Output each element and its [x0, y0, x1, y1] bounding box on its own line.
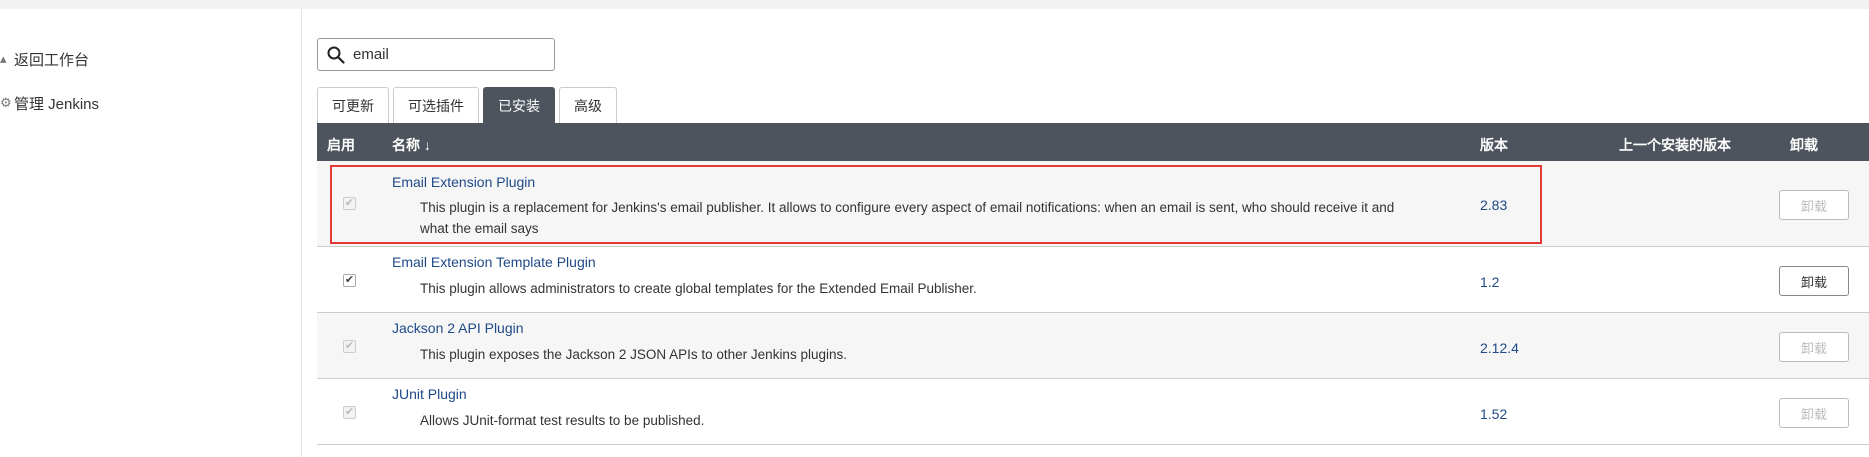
plugin-description: This plugin exposes the Jackson 2 JSON A… — [420, 347, 847, 362]
tab-bar: 可更新 可选插件 已安装 高级 — [317, 87, 621, 123]
header-prev-version: 上一个安装的版本 — [1619, 137, 1731, 153]
plugin-name-link[interactable]: Email Extension Plugin — [392, 174, 535, 190]
gear-icon: ⚙ — [0, 95, 12, 110]
tab-advanced[interactable]: 高级 — [559, 87, 617, 123]
plugin-name-link[interactable]: Email Extension Template Plugin — [392, 254, 596, 270]
header-name[interactable]: 名称 ↓ — [392, 135, 431, 155]
table-row: ✔ Email Extension Template Plugin This p… — [317, 247, 1869, 313]
table-header: 启用 名称 ↓ 版本 上一个安装的版本 卸载 — [317, 123, 1869, 161]
table-row: ✔ Jackson 2 API Plugin This plugin expos… — [317, 313, 1869, 379]
search-box — [317, 38, 555, 71]
plugins-table: 启用 名称 ↓ 版本 上一个安装的版本 卸载 ✔ Email Extension… — [317, 123, 1869, 445]
header-version[interactable]: 版本 — [1480, 135, 1508, 155]
enable-checkbox: ✔ — [343, 340, 356, 353]
enable-checkbox[interactable]: ✔ — [343, 274, 356, 287]
tab-label: 已安装 — [498, 97, 540, 114]
tab-label: 可更新 — [332, 97, 374, 114]
top-strip — [0, 0, 1869, 9]
plugin-name-link[interactable]: Jackson 2 API Plugin — [392, 320, 524, 336]
plugin-description: This plugin is a replacement for Jenkins… — [420, 200, 1395, 236]
table-row: ✔ JUnit Plugin Allows JUnit-format test … — [317, 379, 1869, 445]
uninstall-button: 卸载 — [1779, 190, 1849, 220]
plugin-description: Allows JUnit-format test results to be p… — [420, 413, 705, 428]
plugin-version-link[interactable]: 1.52 — [1480, 406, 1507, 422]
plugin-version-link[interactable]: 2.83 — [1480, 197, 1507, 213]
arrow-up-icon: ▴ — [0, 51, 7, 66]
enable-checkbox: ✔ — [343, 406, 356, 419]
tab-updates[interactable]: 可更新 — [317, 87, 389, 123]
header-uninstall: 卸载 — [1790, 137, 1818, 153]
plugin-version-link[interactable]: 2.12.4 — [1480, 340, 1519, 356]
tab-label: 高级 — [574, 97, 602, 114]
sidebar-item-back[interactable]: ▴ 返回工作台 — [0, 47, 89, 71]
sidebar-item-label: 管理 Jenkins — [14, 95, 100, 113]
sidebar-item-label: 返回工作台 — [14, 51, 90, 69]
plugin-description: This plugin allows administrators to cre… — [420, 281, 977, 296]
search-input[interactable] — [351, 45, 535, 64]
table-row: ✔ Email Extension Plugin This plugin is … — [317, 161, 1869, 247]
header-enabled: 启用 — [327, 137, 355, 153]
tab-available[interactable]: 可选插件 — [393, 87, 479, 123]
tab-installed[interactable]: 已安装 — [483, 87, 555, 123]
tab-label: 可选插件 — [408, 97, 464, 114]
uninstall-button: 卸载 — [1779, 398, 1849, 428]
enable-checkbox: ✔ — [343, 197, 356, 210]
plugin-version-link[interactable]: 1.2 — [1480, 274, 1499, 290]
sidebar: ▴ 返回工作台 ⚙ 管理 Jenkins — [0, 9, 302, 457]
search-icon — [327, 46, 345, 64]
uninstall-button[interactable]: 卸载 — [1779, 266, 1849, 296]
sidebar-item-manage-jenkins[interactable]: ⚙ 管理 Jenkins — [0, 91, 99, 115]
plugin-name-link[interactable]: JUnit Plugin — [392, 386, 467, 402]
uninstall-button: 卸载 — [1779, 332, 1849, 362]
